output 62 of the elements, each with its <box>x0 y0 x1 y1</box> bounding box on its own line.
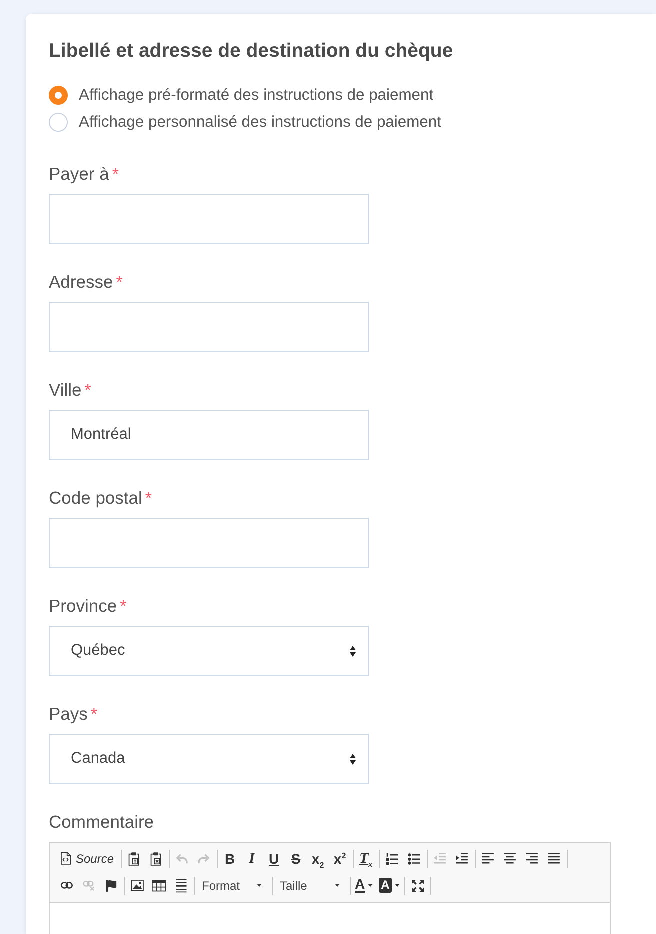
table-icon <box>152 880 166 892</box>
caret-icon <box>335 884 340 887</box>
subscript-button[interactable]: x$_{2}$ <box>307 848 330 870</box>
remove-format-button[interactable]: T$_{x}$ <box>355 848 378 870</box>
section-title: Libellé et adresse de destination du chèque <box>49 39 454 63</box>
clipboard-icon <box>150 852 162 866</box>
caret-icon <box>368 884 374 887</box>
required-asterisk: * <box>120 596 127 618</box>
size-dropdown[interactable]: Taille <box>274 874 348 896</box>
radio-button[interactable] <box>49 86 68 105</box>
input-field[interactable] <box>49 302 369 352</box>
align-left-icon <box>482 853 494 864</box>
expand-arrows-icon <box>412 880 424 892</box>
undo-icon <box>176 854 188 864</box>
field-label: Pays <box>49 703 88 725</box>
indent-icon <box>456 853 468 864</box>
broken-link-icon <box>83 880 95 890</box>
input-field[interactable]: Montréal <box>49 410 369 460</box>
redo-icon <box>198 854 210 864</box>
required-asterisk: * <box>90 704 98 726</box>
field-label: Commentaire <box>49 811 154 833</box>
align-center-icon <box>504 853 516 864</box>
caret-icon <box>394 884 400 887</box>
text-color-button[interactable]: A <box>352 874 376 896</box>
bullet-list-icon <box>408 852 420 864</box>
italic-button[interactable]: I <box>241 848 264 870</box>
select-field[interactable]: Québec <box>49 626 369 676</box>
required-asterisk: * <box>84 380 92 402</box>
underline-button[interactable]: U <box>263 848 286 870</box>
required-asterisk: * <box>116 272 123 294</box>
numbered-list-icon <box>386 852 398 864</box>
select-field[interactable]: Canada <box>49 734 369 784</box>
required-asterisk: * <box>145 488 152 510</box>
source-button[interactable]: Source <box>56 848 120 870</box>
select-arrows-icon <box>350 646 356 656</box>
strike-button[interactable]: S <box>285 848 308 870</box>
select-arrows-icon <box>350 754 356 764</box>
align-right-icon <box>526 853 538 864</box>
caret-icon <box>257 884 262 887</box>
required-asterisk: * <box>112 164 119 186</box>
field-label: Ville <box>49 379 82 401</box>
flag-icon <box>106 880 116 892</box>
radio-label[interactable]: Affichage pré-formaté des instructions de paiement <box>79 86 434 104</box>
field-label: Adresse <box>49 271 114 293</box>
bold-button[interactable]: B <box>219 848 242 870</box>
horizontal-lines-icon <box>176 878 186 892</box>
clipboard-icon <box>128 852 140 866</box>
input-field[interactable] <box>49 518 369 568</box>
code-file-icon <box>61 852 71 865</box>
radio-button[interactable] <box>49 113 68 132</box>
format-dropdown[interactable]: Format <box>196 874 270 896</box>
background-color-button[interactable]: A <box>376 874 403 896</box>
field-label: Code postal <box>49 487 142 509</box>
chain-link-icon <box>61 882 73 889</box>
image-icon <box>130 880 144 891</box>
justify-icon <box>548 853 560 864</box>
superscript-button[interactable]: x$^{2}$ <box>329 848 352 870</box>
radio-label[interactable]: Affichage personnalisé des instructions de paiement <box>79 114 442 132</box>
field-label: Province <box>49 595 118 617</box>
outdent-icon <box>434 853 446 864</box>
input-field[interactable] <box>49 194 369 244</box>
field-label: Payer à <box>49 163 110 185</box>
